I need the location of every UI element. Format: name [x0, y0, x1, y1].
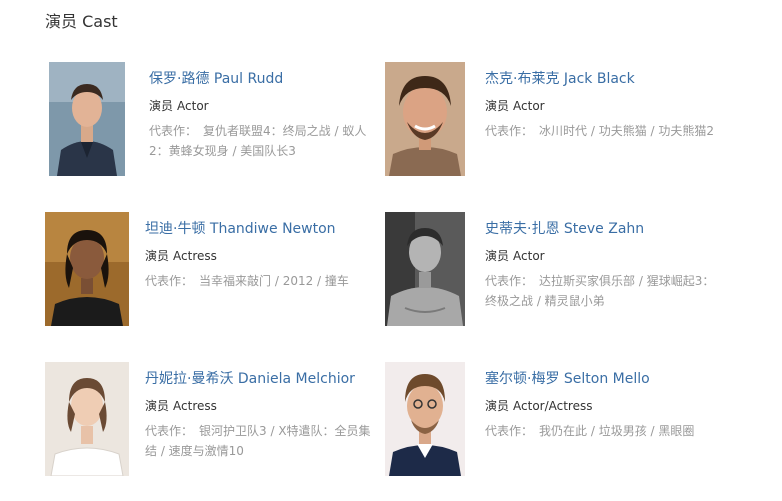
- cast-works: 代表作： 冰川时代 / 功夫熊猫 / 功夫熊猫2: [485, 121, 721, 141]
- cast-card: 杰克·布莱克 Jack Black 演员 Actor 代表作： 冰川时代 / 功夫熊…: [385, 62, 725, 182]
- cast-card: 坦迪·牛顿 Thandiwe Newton 演员 Actress 代表作： 当幸福来…: [45, 212, 385, 332]
- works-value: 我仍在此 / 垃圾男孩 / 黑眼圈: [539, 424, 695, 438]
- role-value: Actor: [513, 249, 545, 263]
- cast-name-link[interactable]: 史蒂夫·扎恩 Steve Zahn: [485, 219, 721, 239]
- cast-card: 塞尔顿·梅罗 Selton Mello 演员 Actor/Actress 代表作：…: [385, 362, 725, 482]
- cast-role: 演员 Actor/Actress: [485, 397, 721, 415]
- cast-photo[interactable]: [385, 212, 465, 326]
- works-value: 当幸福来敲门 / 2012 / 撞车: [199, 274, 349, 288]
- cast-photo[interactable]: [385, 62, 465, 176]
- section-title: 演员 Cast: [45, 12, 118, 31]
- works-prefix: 代表作：: [145, 274, 194, 288]
- works-value: 冰川时代 / 功夫熊猫 / 功夫熊猫2: [539, 124, 714, 138]
- cast-works: 代表作： 达拉斯买家俱乐部 / 猩球崛起3：终极之战 / 精灵鼠小弟: [485, 271, 721, 311]
- works-prefix: 代表作：: [145, 424, 194, 438]
- cast-role: 演员 Actress: [145, 397, 381, 415]
- cast-card: 史蒂夫·扎恩 Steve Zahn 演员 Actor 代表作： 达拉斯买家俱乐部 /…: [385, 212, 725, 332]
- role-prefix: 演员: [145, 249, 170, 263]
- role-prefix: 演员: [485, 249, 510, 263]
- cast-name-link[interactable]: 保罗·路德 Paul Rudd: [149, 69, 385, 89]
- role-prefix: 演员: [149, 99, 174, 113]
- works-prefix: 代表作：: [149, 124, 198, 138]
- cast-works: 代表作： 当幸福来敲门 / 2012 / 撞车: [145, 271, 381, 291]
- cast-name-link[interactable]: 塞尔顿·梅罗 Selton Mello: [485, 369, 721, 389]
- role-value: Actor: [513, 99, 545, 113]
- works-prefix: 代表作：: [485, 424, 534, 438]
- role-value: Actor: [177, 99, 209, 113]
- role-value: Actress: [173, 399, 217, 413]
- cast-role: 演员 Actress: [145, 247, 381, 265]
- cast-photo[interactable]: [45, 212, 129, 326]
- role-prefix: 演员: [145, 399, 170, 413]
- cast-photo[interactable]: [49, 62, 125, 176]
- role-prefix: 演员: [485, 99, 510, 113]
- works-prefix: 代表作：: [485, 274, 534, 288]
- cast-role: 演员 Actor: [485, 97, 721, 115]
- role-value: Actor/Actress: [513, 399, 593, 413]
- cast-name-link[interactable]: 杰克·布莱克 Jack Black: [485, 69, 721, 89]
- cast-name-link[interactable]: 坦迪·牛顿 Thandiwe Newton: [145, 219, 381, 239]
- cast-photo[interactable]: [45, 362, 129, 476]
- cast-role: 演员 Actor: [149, 97, 385, 115]
- cast-role: 演员 Actor: [485, 247, 721, 265]
- works-prefix: 代表作：: [485, 124, 534, 138]
- cast-name-link[interactable]: 丹妮拉·曼希沃 Daniela Melchior: [145, 369, 381, 389]
- role-prefix: 演员: [485, 399, 510, 413]
- cast-photo[interactable]: [385, 362, 465, 476]
- cast-card: 保罗·路德 Paul Rudd 演员 Actor 代表作： 复仇者联盟4：终局之战 …: [49, 62, 389, 182]
- cast-card: 丹妮拉·曼希沃 Daniela Melchior 演员 Actress 代表作：银…: [45, 362, 385, 482]
- cast-works: 代表作： 复仇者联盟4：终局之战 / 蚁人2：黄蜂女现身 / 美国队长3: [149, 121, 385, 161]
- cast-works: 代表作： 银河护卫队3 / X特遣队：全员集结 / 速度与激情10: [145, 421, 381, 461]
- cast-works: 代表作： 我仍在此 / 垃圾男孩 / 黑眼圈: [485, 421, 721, 441]
- role-value: Actress: [173, 249, 217, 263]
